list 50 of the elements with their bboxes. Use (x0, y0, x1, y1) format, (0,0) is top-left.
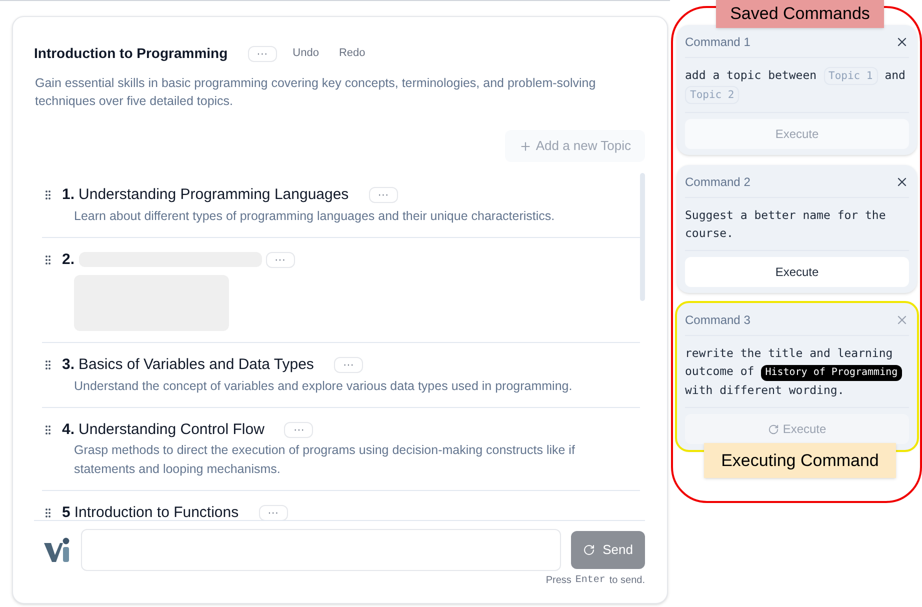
command-title: Command 3 (685, 312, 750, 329)
enter-key: Enter (575, 573, 606, 588)
command-text: outcome of (685, 363, 754, 380)
topic-title: Understanding Programming Languages (78, 185, 349, 205)
topic-title: Understanding Control Flow (78, 420, 264, 440)
course-description: Gain essential skills in basic programming covering key concepts, terminologies, and problem-solving techniques over five detailed topics. (35, 75, 597, 110)
topic-tag: Topic 1 (824, 67, 878, 85)
spinner-icon (768, 424, 779, 434)
message-input[interactable] (81, 529, 561, 571)
plus-icon (518, 140, 532, 152)
topic-number: 4. (62, 420, 75, 440)
more-button[interactable]: ··· (258, 505, 288, 520)
more-button[interactable]: ··· (284, 422, 314, 438)
send-hint: to send. (609, 574, 645, 588)
command-text: add a topic between (685, 67, 817, 84)
undo-button[interactable]: Undo (288, 45, 323, 62)
logo-icon (43, 537, 71, 563)
command-text: course. (685, 225, 734, 242)
topic-description: Understand the concept of variables and explore various data types used in programming. (74, 378, 572, 395)
topic-description: Grasp methods to direct the execution of programs using decision-making constructs like if statements and looping mechanisms. (74, 442, 576, 478)
topic-title: Basics of Variables and Data Types (78, 355, 314, 375)
topic-number: 1. (62, 185, 75, 205)
command-text: with different wording. (685, 382, 844, 399)
more-button[interactable]: ··· (368, 187, 398, 204)
add-topic-button[interactable]: Add a new Topic (504, 130, 645, 162)
command-text: rewrite the title and learning (685, 345, 893, 362)
spinner-icon (582, 544, 595, 556)
send-button[interactable]: Send (570, 531, 645, 569)
close-icon[interactable] (895, 175, 909, 189)
topic-description: Learn about different types of programming languages and their unique characteristics. (74, 208, 555, 225)
topic-title: Introduction to Functions (74, 503, 239, 520)
annotation-label: Saved Commands (716, 0, 884, 28)
send-hint: Press (546, 574, 572, 588)
execute-button[interactable]: Execute (685, 257, 909, 287)
topic-number: 3. (62, 355, 75, 375)
topic-reference: History of Programming (761, 365, 902, 381)
annotation-label: Executing Command (704, 443, 896, 478)
more-button[interactable]: ··· (248, 46, 277, 62)
topic-number: 2. (62, 250, 75, 270)
command-title: Command 1 (685, 34, 750, 51)
scrollbar[interactable] (640, 173, 645, 301)
more-button[interactable]: ··· (334, 357, 363, 374)
more-button[interactable]: ··· (266, 252, 295, 268)
command-title: Command 2 (685, 174, 750, 191)
topic-number: 5 (62, 503, 70, 520)
command-text: and (884, 67, 906, 84)
redo-button[interactable]: Redo (334, 45, 370, 62)
topic-tag: Topic 2 (685, 86, 740, 104)
course-title: Introduction to Programming (34, 44, 228, 63)
command-text: Suggest a better name for the (685, 207, 886, 224)
